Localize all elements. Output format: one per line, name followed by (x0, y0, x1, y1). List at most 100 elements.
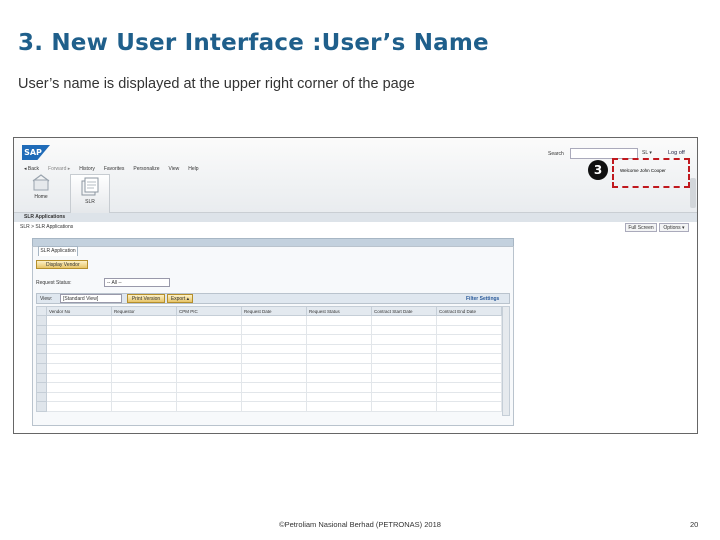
row-selector[interactable] (36, 343, 47, 355)
table-row[interactable] (36, 362, 502, 374)
table-cell (111, 372, 177, 384)
logoff-link[interactable]: Log off (668, 150, 685, 156)
table-row[interactable] (36, 401, 502, 412)
table-cell (371, 353, 437, 364)
table-cell (46, 362, 112, 374)
row-selector[interactable] (36, 353, 47, 364)
column-header[interactable]: Vendor No (46, 306, 112, 316)
tile-home[interactable]: Home (26, 174, 56, 200)
user-welcome-text: Welcome John Cooper (620, 168, 666, 173)
table-cell (241, 391, 307, 403)
table-cell (176, 372, 242, 384)
row-selector[interactable] (36, 315, 47, 326)
menu-help[interactable]: Help (188, 166, 198, 172)
table-row[interactable] (36, 324, 502, 336)
menu-personalize[interactable]: Personalize (133, 166, 159, 172)
table-cell (46, 353, 112, 364)
table-cell (111, 343, 177, 355)
window-scrollbar[interactable] (690, 178, 696, 208)
print-version-button[interactable]: Print Version (127, 294, 165, 303)
table-cell (176, 315, 242, 326)
row-selector[interactable] (36, 401, 47, 412)
table-row[interactable] (36, 391, 502, 403)
table-cell (111, 391, 177, 403)
table-cell (436, 343, 502, 355)
table-cell (436, 315, 502, 326)
slide-subtitle: User’s name is displayed at the upper ri… (18, 76, 415, 92)
menu-favorites[interactable]: Favorites (104, 166, 125, 172)
breadcrumb: SLR > SLR Applications (20, 224, 74, 230)
table-cell (436, 362, 502, 374)
table-cell (111, 334, 177, 345)
full-screen-button[interactable]: Full Screen (625, 223, 657, 232)
table-cell (176, 324, 242, 336)
table-row[interactable] (36, 334, 502, 345)
table-cell (111, 315, 177, 326)
row-selector[interactable] (36, 334, 47, 345)
table-cell (436, 382, 502, 393)
table-cell (306, 315, 372, 326)
table-cell (176, 353, 242, 364)
table-cell (111, 382, 177, 393)
column-header[interactable]: Contract Start Date (371, 306, 437, 316)
copyright-footer: ©Petroliam Nasional Berhad (PETRONAS) 20… (279, 520, 441, 529)
table-cell (111, 401, 177, 412)
row-selector-header[interactable] (36, 306, 47, 316)
table-cell (241, 401, 307, 412)
request-status-select[interactable]: -- All -- (104, 278, 170, 287)
page-number: 20 (690, 520, 699, 529)
column-header[interactable]: Requestor (111, 306, 177, 316)
menu-forward[interactable]: Forward ▸ (48, 166, 70, 172)
column-header[interactable]: Request Date (241, 306, 307, 316)
tile-home-label: Home (34, 194, 48, 200)
display-vendor-button[interactable]: Display Vendor (36, 260, 88, 269)
row-selector[interactable] (36, 372, 47, 384)
table-cell (176, 334, 242, 345)
table-cell (241, 334, 307, 345)
table-cell (111, 362, 177, 374)
table-cell (306, 334, 372, 345)
search-scope-dropdown[interactable]: SL ▾ (642, 150, 652, 156)
menu-back[interactable]: ◂ Back (24, 166, 39, 172)
export-button[interactable]: Export ▴ (167, 294, 193, 303)
row-selector[interactable] (36, 382, 47, 393)
table-cell (306, 362, 372, 374)
row-selector[interactable] (36, 362, 47, 374)
tile-slr[interactable]: SLR (70, 174, 110, 214)
portal-menu: ◂ Back Forward ▸ History Favorites Perso… (24, 166, 199, 172)
table-body (36, 315, 502, 412)
view-label: View: (40, 296, 53, 302)
table-cell (306, 382, 372, 393)
table-cell (306, 343, 372, 355)
column-header[interactable]: Request Status (306, 306, 372, 316)
table-row[interactable] (36, 382, 502, 393)
row-selector[interactable] (36, 324, 47, 336)
detailed-navigation-bar[interactable]: SLR Applications (14, 213, 697, 222)
table-row[interactable] (36, 372, 502, 384)
tab-slr-application[interactable]: SLR Application (38, 246, 78, 256)
table-cell (306, 353, 372, 364)
filter-settings-link[interactable]: Filter Settings (466, 296, 499, 302)
home-icon (32, 174, 50, 191)
requests-table: Vendor No Requestor CPM PIC Request Date… (36, 306, 502, 412)
username-highlight-box (612, 158, 690, 188)
view-select[interactable]: [Standard View] (60, 294, 122, 303)
table-cell (46, 324, 112, 336)
table-scrollbar[interactable] (502, 306, 510, 416)
table-cell (241, 343, 307, 355)
menu-history[interactable]: History (79, 166, 95, 172)
row-selector[interactable] (36, 391, 47, 403)
column-header[interactable]: CPM PIC (176, 306, 242, 316)
table-cell (46, 382, 112, 393)
table-row[interactable] (36, 315, 502, 326)
callout-number-badge: 3 (588, 160, 608, 180)
table-cell (241, 362, 307, 374)
table-cell (436, 391, 502, 403)
column-header[interactable]: Contract End Date (436, 306, 502, 316)
table-cell (46, 343, 112, 355)
options-button[interactable]: Options ▾ (659, 223, 689, 232)
table-cell (371, 391, 437, 403)
table-row[interactable] (36, 353, 502, 364)
table-row[interactable] (36, 343, 502, 355)
menu-view[interactable]: View (169, 166, 180, 172)
